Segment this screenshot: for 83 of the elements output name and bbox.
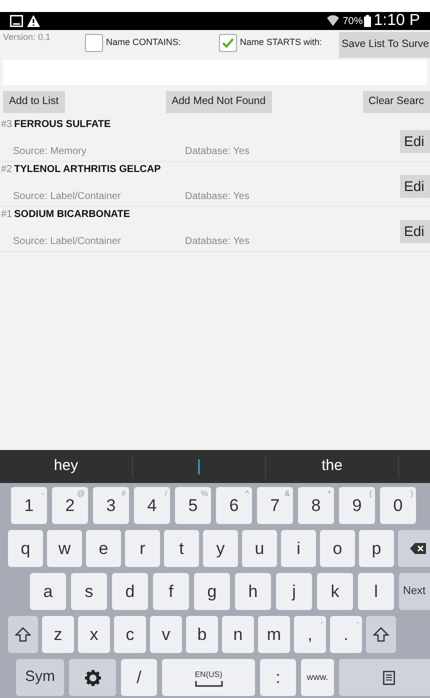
key[interactable]: p [359, 530, 394, 567]
checkbox-label: Name CONTAINS: [106, 36, 181, 50]
checkbox-label: Name STARTS with: [240, 36, 322, 50]
key[interactable]: / [121, 659, 157, 696]
key[interactable]: z [42, 616, 74, 653]
key[interactable]: 8 * [298, 487, 334, 524]
text-cursor: | [133, 454, 266, 478]
key[interactable]: l [358, 573, 394, 610]
key[interactable]: o [320, 530, 355, 567]
med-database: Database: Yes [185, 235, 250, 249]
next-key[interactable]: Next [399, 573, 430, 610]
med-name: SODIUM BICARBONATE [14, 208, 130, 222]
battery-percent: 70% [342, 14, 363, 28]
save-list-button[interactable]: Save List To Surve [338, 32, 430, 58]
key-hint: @ [76, 488, 85, 500]
key[interactable]: www. [301, 659, 334, 696]
key[interactable]: 1 - [11, 487, 47, 524]
space-key[interactable]: EN(US) [162, 659, 255, 696]
key[interactable]: 9 ( [339, 487, 375, 524]
med-number: #3 [1, 118, 12, 132]
action-button[interactable]: Add to List [3, 91, 65, 113]
key[interactable]: 0 ) [380, 487, 416, 524]
key-hint: - [356, 617, 359, 629]
key[interactable]: r [125, 530, 160, 567]
action-button[interactable]: Clear Searc [362, 91, 430, 113]
version-label: Version: 0.1 [3, 31, 52, 44]
key-hint: ( [369, 488, 372, 500]
med-number: #2 [1, 162, 12, 176]
key[interactable]: x [78, 616, 110, 653]
key-hint: ^ [245, 488, 249, 500]
edit-button[interactable]: Edi [400, 130, 430, 153]
clock: 1:10 P [374, 12, 420, 31]
key-hint: ) [410, 488, 413, 500]
key[interactable]: y [203, 530, 238, 567]
med-database: Database: Yes [185, 145, 250, 159]
edit-button[interactable]: Edi [400, 175, 430, 198]
key[interactable]: i [281, 530, 316, 567]
action-button[interactable]: Add Med Not Found [166, 91, 272, 113]
edit-button[interactable]: Edi [400, 220, 430, 243]
key[interactable]: j [276, 573, 312, 610]
med-number: #1 [1, 208, 12, 222]
key-hint: # [122, 488, 126, 500]
key[interactable]: s [71, 573, 107, 610]
key[interactable]: 4 / [134, 487, 170, 524]
key-hint: & [284, 488, 290, 500]
key-hint: * [328, 488, 331, 500]
key[interactable]: b [186, 616, 218, 653]
med-database: Database: Yes [185, 190, 250, 204]
med-source: Source: Label/Container [13, 190, 122, 204]
key[interactable]: 3 # [93, 487, 129, 524]
key[interactable]: c [114, 616, 146, 653]
key[interactable]: 5 % [175, 487, 211, 524]
suggestion[interactable]: hey [0, 455, 133, 478]
key[interactable]: 2 @ [52, 487, 88, 524]
key[interactable]: , - [294, 616, 326, 653]
key[interactable]: a [30, 573, 66, 610]
key[interactable]: : [260, 659, 296, 696]
key-hint: / [164, 488, 167, 500]
key[interactable]: g [194, 573, 230, 610]
key[interactable]: e [86, 530, 121, 567]
med-source: Source: Label/Container [13, 235, 122, 249]
key[interactable]: t [164, 530, 199, 567]
symbol-key[interactable]: Sym [16, 659, 64, 696]
key[interactable]: . - [330, 616, 362, 653]
key[interactable]: v [150, 616, 182, 653]
key[interactable]: w [47, 530, 82, 567]
key[interactable]: m [258, 616, 290, 653]
key[interactable]: q [8, 530, 43, 567]
med-name: TYLENOL ARTHRITIS GELCAP [14, 162, 161, 176]
key[interactable]: n [222, 616, 254, 653]
key[interactable]: d [112, 573, 148, 610]
key[interactable]: k [317, 573, 353, 610]
key[interactable]: f [153, 573, 189, 610]
key[interactable]: u [242, 530, 277, 567]
key-hint: - [41, 488, 44, 500]
key[interactable]: 7 & [257, 487, 293, 524]
key[interactable]: 6 ^ [216, 487, 252, 524]
suggestion[interactable]: the [266, 455, 399, 478]
med-name: FERROUS SULFATE [14, 118, 111, 132]
key[interactable]: h [235, 573, 271, 610]
med-source: Source: Memory [13, 145, 88, 159]
key-hint: % [200, 488, 208, 500]
key-hint: - [320, 617, 323, 629]
